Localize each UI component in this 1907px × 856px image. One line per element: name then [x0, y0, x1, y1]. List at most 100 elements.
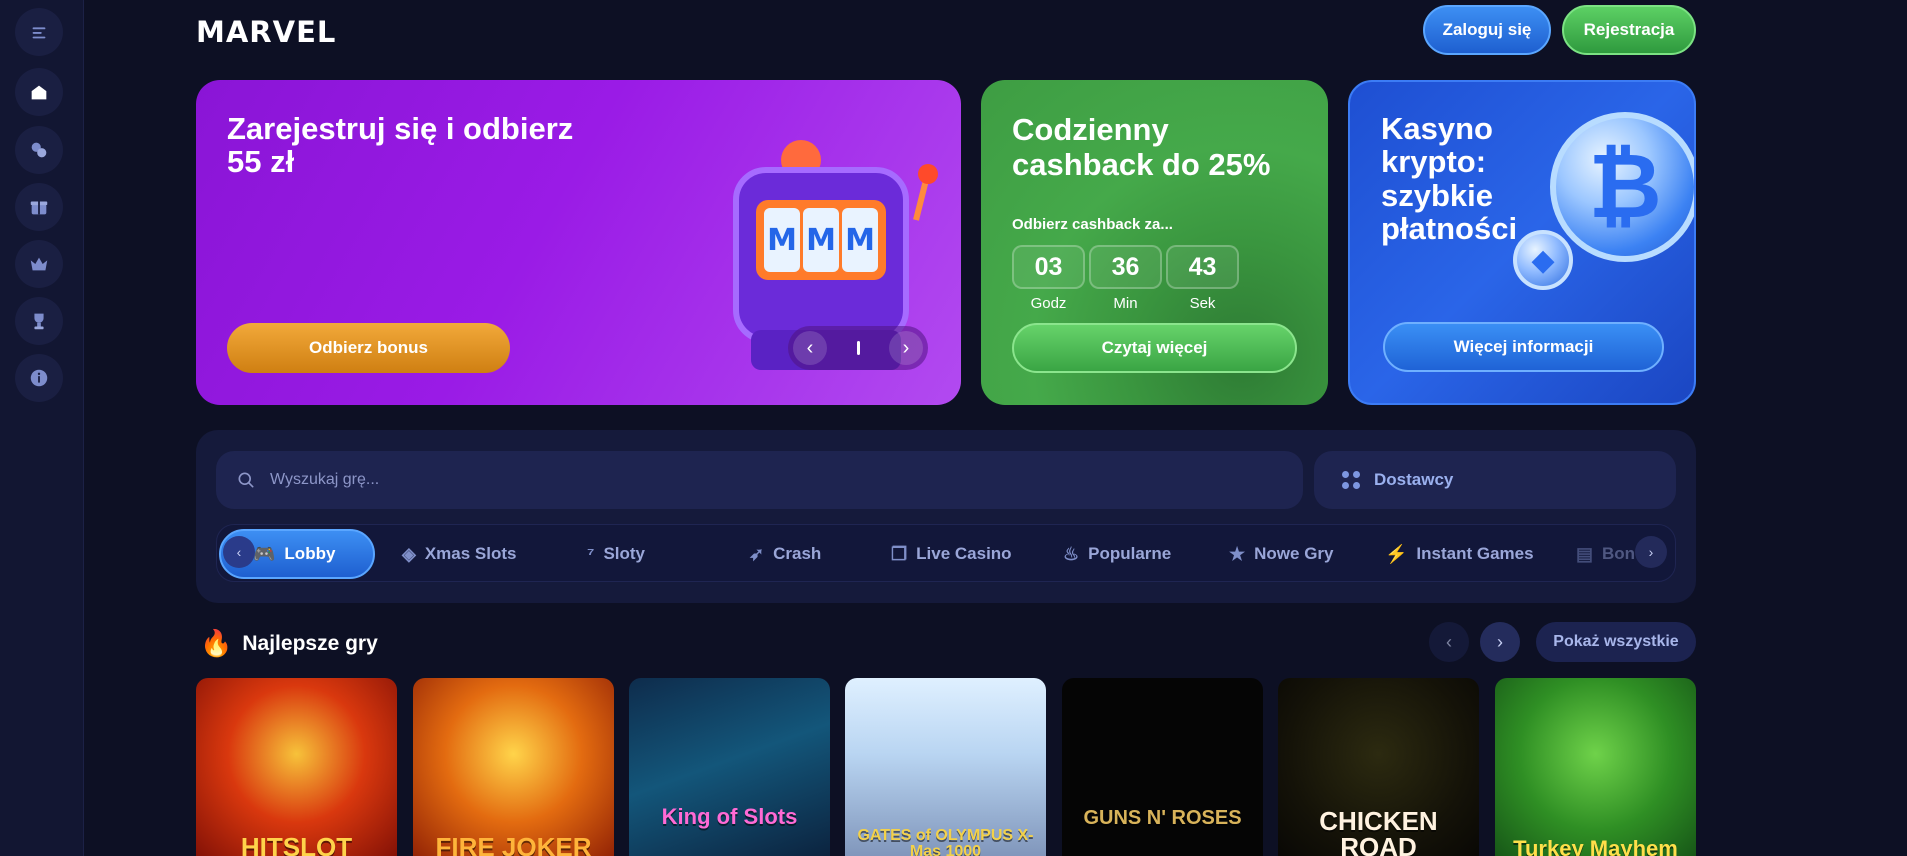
tab-instant-games[interactable]: ⚡ Instant Games	[1385, 529, 1534, 579]
flame-icon: 🔥	[200, 628, 233, 658]
tab-nowe-gry[interactable]: ★ Nowe Gry	[1229, 529, 1334, 579]
chevron-right-icon: ›	[902, 336, 910, 359]
grid-dots-icon	[1342, 471, 1360, 489]
flame-icon: ♨	[1063, 543, 1080, 564]
timer-minutes-value: 36	[1089, 245, 1162, 289]
timer-hours-label: Godz	[1030, 295, 1067, 312]
tab-label: Crash	[773, 544, 822, 563]
carousel-controls: ‹ ›	[788, 326, 928, 370]
tab-popularne[interactable]: ♨ Popularne	[1063, 529, 1171, 579]
welcome-banner[interactable]: Zarejestruj się i odbierz 55 zł M M M Od…	[196, 80, 961, 405]
search-placeholder: Wyszukaj grę...	[270, 471, 380, 488]
tabs-prev-button[interactable]: ‹	[223, 536, 255, 568]
svg-text:M: M	[767, 223, 797, 258]
logo[interactable]: MARVEL	[196, 15, 336, 49]
game-card[interactable]: FIRE JOKER	[413, 678, 614, 856]
providers-label: Dostawcy	[1374, 470, 1454, 489]
menu-icon	[32, 27, 46, 39]
timer-minutes: 36 Min	[1089, 245, 1162, 312]
sidebar-item-tournaments[interactable]	[15, 297, 63, 345]
info-icon	[30, 369, 48, 387]
sidebar-item-vip[interactable]	[15, 240, 63, 288]
svg-text:M: M	[845, 223, 875, 258]
ticket-icon: ▤	[1576, 543, 1594, 564]
game-title: GUNS N' ROSES	[1083, 807, 1242, 829]
countdown-timer: 03 Godz 36 Min 43 Sek	[1012, 245, 1239, 312]
category-tabs: 🎮 Lobby ◈ Xmas Slots ⁷ Sloty ➶ Crash ❐ Live C…	[216, 524, 1676, 582]
more-info-button[interactable]: Więcej informacji	[1383, 322, 1664, 372]
game-card[interactable]: GUNS N' ROSES	[1062, 678, 1263, 856]
carousel-next-button[interactable]: ›	[889, 331, 923, 365]
cards-icon: ❐	[891, 543, 908, 564]
timer-seconds: 43 Sek	[1166, 245, 1239, 312]
trophy-icon	[34, 313, 44, 330]
game-title: King of Slots	[661, 804, 798, 829]
tab-label: Lobby	[284, 544, 336, 563]
carousel-indicator	[856, 341, 860, 355]
games-prev-button[interactable]: ‹	[1429, 622, 1469, 662]
show-all-button[interactable]: Pokaż wszystkie	[1536, 622, 1696, 662]
game-card[interactable]: GATES of OLYMPUS X-Mas 1000	[845, 678, 1046, 856]
tab-label: Sloty	[603, 544, 645, 563]
chevron-left-icon: ‹	[806, 336, 814, 359]
sidebar-item-info[interactable]	[15, 354, 63, 402]
search-input[interactable]: Wyszukaj grę...	[216, 451, 1303, 509]
section-header: 🔥 Najlepsze gry	[200, 628, 378, 659]
game-title: CHICKEN ROAD	[1319, 806, 1438, 856]
game-title: Turkey Mayhem	[1513, 836, 1678, 856]
chevron-left-icon: ‹	[236, 544, 242, 560]
read-more-button[interactable]: Czytaj więcej	[1012, 323, 1297, 373]
tab-live-casino[interactable]: ❐ Live Casino	[891, 529, 1012, 579]
tab-label: Bon	[1602, 544, 1636, 563]
gamepad-icon: 🎮	[253, 543, 276, 564]
games-next-button[interactable]: ›	[1480, 622, 1520, 662]
slot-777-icon: ⁷	[587, 543, 595, 564]
game-card[interactable]: Turkey Mayhem	[1495, 678, 1696, 856]
tab-xmas-slots[interactable]: ◈ Xmas Slots	[402, 529, 517, 579]
tab-label: Xmas Slots	[424, 544, 517, 563]
ornament-icon: ◈	[402, 543, 416, 564]
providers-button[interactable]: Dostawcy	[1314, 451, 1676, 509]
section-title: Najlepsze gry	[242, 631, 378, 655]
login-button[interactable]: Zaloguj się	[1423, 5, 1551, 55]
cashback-banner[interactable]: Codzienny cashback do 25% Odbierz cashba…	[981, 80, 1328, 405]
menu-button[interactable]	[15, 8, 63, 56]
game-title: GATES of OLYMPUS X-Mas 1000	[857, 827, 1034, 856]
chevron-left-icon: ‹	[1446, 631, 1452, 652]
crypto-banner[interactable]: ₿ ◆ Kasyno krypto: szybkie płatności Wię…	[1348, 80, 1696, 405]
tab-label: Instant Games	[1416, 544, 1534, 563]
crown-icon	[30, 257, 48, 271]
tab-label: Live Casino	[916, 544, 1012, 563]
games-filter-panel: Wyszukaj grę... Dostawcy 🎮 Lobby ◈ Xmas Sl…	[196, 430, 1696, 603]
tab-sloty[interactable]: ⁷ Sloty	[587, 529, 645, 579]
tab-label: Popularne	[1088, 544, 1172, 563]
tab-bonus[interactable]: ▤ Bon	[1576, 529, 1635, 579]
cashback-banner-title: Codzienny cashback do 25%	[1012, 112, 1271, 183]
welcome-banner-title: Zarejestruj się i odbierz 55 zł	[227, 111, 574, 180]
sidebar-item-casino[interactable]	[15, 126, 63, 174]
home-icon	[31, 85, 47, 100]
register-button[interactable]: Rejestracja	[1562, 5, 1696, 55]
chevron-right-icon: ›	[1497, 631, 1503, 652]
sidebar	[0, 0, 84, 856]
game-title: HITSLOT	[240, 832, 353, 856]
game-card[interactable]: King of Slots	[629, 678, 830, 856]
star-icon: ★	[1229, 543, 1246, 564]
rocket-icon: ➶	[749, 543, 765, 564]
game-card[interactable]: HITSLOT	[196, 678, 397, 856]
lightning-icon: ⚡	[1385, 543, 1408, 564]
crypto-banner-title: Kasyno krypto: szybkie płatności	[1381, 111, 1518, 247]
timer-minutes-label: Min	[1113, 295, 1138, 312]
carousel-prev-button[interactable]: ‹	[793, 331, 827, 365]
timer-seconds-value: 43	[1166, 245, 1239, 289]
game-card[interactable]: CHICKEN ROAD	[1278, 678, 1479, 856]
sidebar-item-gifts[interactable]	[15, 183, 63, 231]
sidebar-item-home[interactable]	[15, 68, 63, 116]
tabs-next-button[interactable]: ›	[1635, 536, 1667, 568]
search-icon	[238, 472, 254, 488]
tab-crash[interactable]: ➶ Crash	[749, 529, 821, 579]
claim-bonus-button[interactable]: Odbierz bonus	[227, 323, 510, 373]
cashback-subtitle: Odbierz cashback za...	[1012, 216, 1173, 233]
timer-hours-value: 03	[1012, 245, 1085, 289]
timer-hours: 03 Godz	[1012, 245, 1085, 312]
